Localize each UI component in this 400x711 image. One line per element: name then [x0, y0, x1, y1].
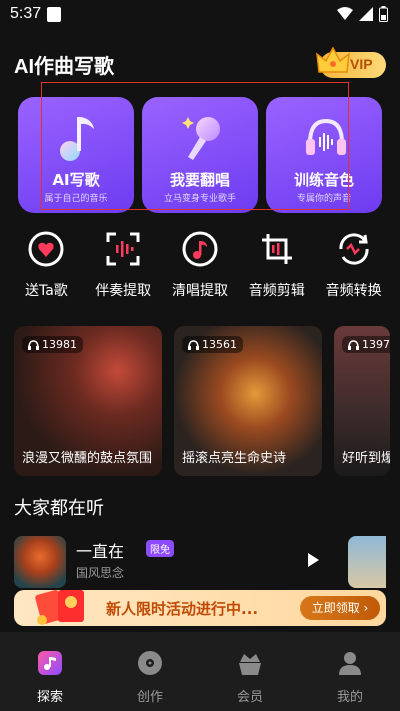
music-note-icon	[60, 117, 94, 161]
tool-label: 清唱提取	[171, 283, 228, 299]
feature-card-sub: 属于自己的音乐	[44, 194, 108, 204]
playlist-title: 好听到爆	[342, 451, 390, 466]
play-count-value: 13981	[42, 338, 77, 351]
tool-audio-convert[interactable]: 音频转换	[318, 230, 390, 300]
nav-item-explore[interactable]: 探索	[0, 632, 100, 711]
feature-cards: AI写歌 属于自己的音乐 我要翻唱 立马变身专业歌手 训练音色 专属你的声音	[18, 97, 382, 213]
microphone-icon	[182, 117, 220, 160]
disc-icon	[138, 651, 162, 675]
tool-label: 送Ta歌	[24, 283, 68, 299]
play-count-value: 13561	[202, 338, 237, 351]
nav-label: 探索	[36, 690, 63, 705]
music-app-icon	[38, 651, 62, 675]
song-title: 一直在	[76, 542, 125, 561]
play-icon[interactable]	[306, 552, 320, 568]
playlist-card[interactable]: 13561 摇滚点亮生命史诗	[174, 326, 322, 476]
crown-icon	[316, 46, 350, 73]
headphones-small-icon	[348, 339, 359, 350]
feature-card-name: 训练音色	[293, 171, 354, 189]
crown-basket-icon	[239, 654, 261, 675]
convert-icon	[339, 233, 369, 265]
promo-banner[interactable]: 新人限时活动进行中... 立即领取 ›	[14, 590, 386, 626]
wifi-icon	[337, 7, 353, 20]
tool-label: 音频转换	[325, 283, 382, 299]
crop-icon	[261, 234, 292, 264]
feature-card-train-voice[interactable]: 训练音色 专属你的声音	[266, 97, 382, 213]
next-song-cover[interactable]	[348, 536, 386, 588]
status-time: 5:37	[10, 5, 42, 22]
feature-card-cover-song[interactable]: 我要翻唱 立马变身专业歌手	[142, 97, 258, 213]
free-badge: 限免	[146, 540, 174, 557]
nav-label: 我的	[336, 690, 363, 705]
tool-audio-edit[interactable]: 音频剪辑	[241, 230, 313, 300]
music-note-circle-icon	[182, 231, 218, 267]
headphones-icon	[306, 118, 346, 155]
nav-item-mine[interactable]: 我的	[300, 632, 400, 711]
page-title: AI作曲写歌	[14, 56, 114, 78]
playlist-title: 摇滚点亮生命史诗	[182, 451, 287, 466]
feature-card-name: 我要翻唱	[169, 171, 230, 189]
nav-item-member[interactable]: 会员	[200, 632, 300, 711]
tool-label: 音频剪辑	[248, 283, 305, 299]
waveform-scan-icon	[106, 232, 140, 266]
tool-acapella-extract[interactable]: 清唱提取	[164, 230, 236, 300]
status-icons	[337, 6, 388, 22]
play-count: 13981	[22, 336, 83, 353]
claim-button[interactable]: 立即领取 ›	[300, 596, 380, 620]
signal-icon	[359, 7, 373, 21]
vip-label: VIP	[350, 56, 373, 72]
red-envelope-icon	[35, 590, 84, 625]
tool-gift-song[interactable]: 送Ta歌	[10, 230, 82, 300]
nav-item-create[interactable]: 创作	[100, 632, 200, 711]
headphones-small-icon	[188, 339, 199, 350]
playlist-card[interactable]: 13981 浪漫又微醺的鼓点氛围	[14, 326, 162, 476]
playlist-card[interactable]: 13971 好听到爆	[334, 326, 390, 476]
feature-card-name: AI写歌	[52, 171, 100, 189]
playlist-carousel: 13981 浪漫又微醺的鼓点氛围 13561 摇滚点亮生命史诗 13971 好听…	[14, 326, 390, 476]
tool-accompaniment-extract[interactable]: 伴奏提取	[87, 230, 159, 300]
notification-icon	[47, 7, 61, 22]
tools-row: 送Ta歌 伴奏提取 清唱提取 音频剪辑 音频转换	[0, 230, 400, 300]
tool-label: 伴奏提取	[95, 283, 152, 299]
section-title: 大家都在听	[14, 498, 104, 519]
bottom-nav: 探索 创作 会员 我的	[0, 632, 400, 711]
nav-label: 会员	[236, 690, 263, 705]
promo-text: 新人限时活动进行中...	[106, 600, 259, 618]
feature-card-sub: 立马变身专业歌手	[163, 194, 236, 204]
user-icon	[339, 652, 361, 675]
feature-card-ai-write[interactable]: AI写歌 属于自己的音乐	[18, 97, 134, 213]
song-cover	[14, 536, 66, 588]
play-count: 13561	[182, 336, 243, 353]
song-artist: 国风思念	[76, 566, 125, 580]
headphones-small-icon	[28, 339, 39, 350]
vip-button[interactable]: VIP	[316, 46, 386, 78]
playlist-title: 浪漫又微醺的鼓点氛围	[22, 451, 153, 466]
play-count: 13971	[342, 336, 390, 353]
battery-icon	[379, 6, 388, 22]
status-bar: 5:37	[0, 0, 400, 30]
nav-label: 创作	[136, 690, 163, 705]
feature-card-sub: 专属你的声音	[296, 194, 351, 204]
heart-circle-icon	[28, 231, 64, 267]
play-count-value: 13971	[362, 338, 390, 351]
